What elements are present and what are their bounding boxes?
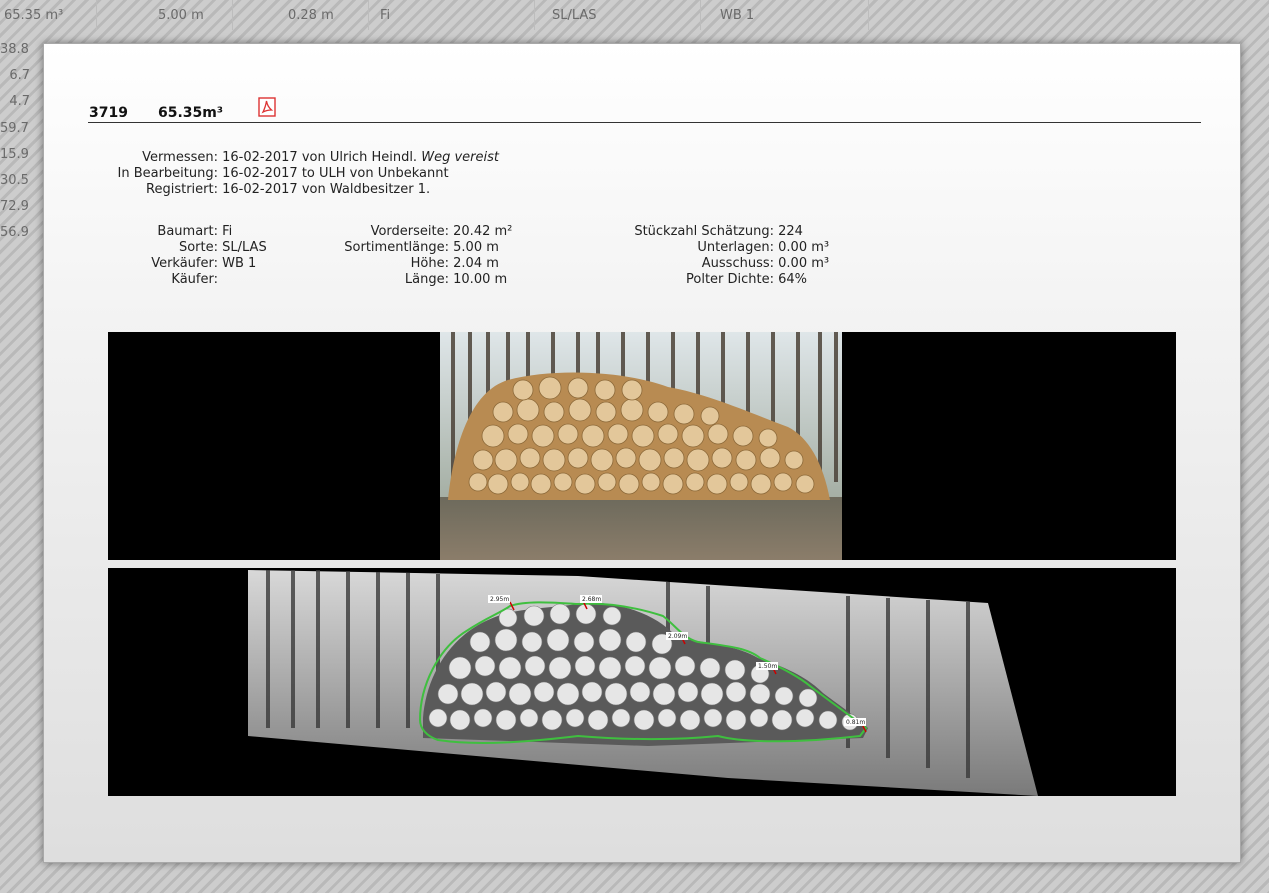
detail-value: 10.00 m	[453, 272, 508, 287]
bg-cell-diameter: 0.28 m	[288, 8, 334, 23]
detail-value: SL/LAS	[222, 240, 267, 255]
detail-front-area: Vorderseite: 20.42 m²	[304, 224, 513, 240]
detail-label: Baumart:	[157, 224, 218, 239]
detail-label: Sortimentlänge:	[344, 240, 449, 255]
detail-seller: Verkäufer: WB 1	[88, 256, 256, 272]
detail-value: Fi	[222, 224, 233, 239]
measure-label: 1.50m	[758, 663, 777, 670]
detail-value: 2.04 m	[453, 256, 499, 271]
bg-col-value: 56.9	[0, 225, 29, 241]
detail-assortment-length: Sortimentlänge: 5.00 m	[304, 240, 499, 256]
status-note: Weg vereist	[421, 150, 499, 165]
detail-value: 5.00 m	[453, 240, 499, 255]
detail-species: Baumart: Fi	[88, 224, 232, 240]
detail-value: 20.42 m²	[453, 224, 513, 239]
status-label: Vermessen:	[142, 150, 218, 165]
status-in-progress: In Bearbeitung: 16-02-2017 to ULH von Un…	[88, 166, 449, 182]
record-volume: 65.35m³	[158, 105, 224, 121]
detail-value: 0.00 m³	[778, 240, 830, 255]
status-value: 16-02-2017 von Ulrich Heindl.	[222, 150, 418, 165]
detail-label: Käufer:	[171, 272, 218, 287]
record-id: 3719	[89, 105, 128, 121]
bg-col-value: 38.8	[0, 42, 29, 57]
detail-length: Länge: 10.00 m	[304, 272, 507, 288]
bg-sep	[534, 0, 535, 30]
background-table-row[interactable]: 65.35 m³ 5.00 m 0.28 m Fi SL/LAS WB 1	[0, 0, 870, 30]
bg-sep	[368, 0, 369, 30]
detail-label: Polter Dichte:	[686, 272, 774, 287]
detail-label: Sorte:	[178, 240, 218, 255]
pile-photo-measured[interactable]: 2.95m 2.68m 2.09m 1.50m 0.81m	[108, 568, 1176, 796]
detail-label: Ausschuss:	[701, 256, 774, 271]
bg-col-value: 6.7	[9, 68, 30, 84]
measure-label: 2.68m	[582, 596, 601, 603]
status-registered: Registriert: 16-02-2017 von Waldbesitzer…	[88, 182, 430, 198]
detail-label: Vorderseite:	[370, 224, 449, 239]
measure-label: 2.09m	[668, 633, 687, 640]
status-value: 16-02-2017 to ULH von Unbekannt	[222, 166, 449, 181]
status-value: 16-02-2017 von Waldbesitzer 1.	[222, 182, 431, 197]
detail-label: Höhe:	[410, 256, 449, 271]
bg-cell-length: 5.00 m	[158, 8, 204, 23]
bg-cell-species: Fi	[380, 8, 391, 23]
detail-value: 224	[778, 224, 803, 239]
status-measured: Vermessen: 16-02-2017 von Ulrich Heindl.…	[88, 150, 499, 166]
background-table-column: 38.8 6.7 4.7 59.7 15.9 30.5 72.9 56.9	[0, 40, 40, 250]
bg-col-value: 4.7	[9, 94, 30, 110]
status-label: In Bearbeitung:	[117, 166, 218, 181]
bg-col-value: 59.7	[0, 120, 29, 136]
detail-label: Verkäufer:	[151, 256, 218, 271]
measure-label: 2.95m	[490, 596, 509, 603]
bg-sep	[868, 0, 869, 30]
detail-piece-estimate: Stückzahl Schätzung: 224	[604, 224, 803, 240]
bg-sep	[700, 0, 701, 30]
detail-buyer: Käufer:	[88, 272, 222, 288]
detail-value: 0.00 m³	[778, 256, 830, 271]
bg-col-value: 30.5	[0, 172, 29, 188]
detail-sort: Sorte: SL/LAS	[88, 240, 267, 256]
detail-value: 64%	[778, 272, 808, 287]
bg-col-value: 15.9	[0, 146, 29, 162]
bg-cell-sort: SL/LAS	[552, 8, 597, 23]
detail-height: Höhe: 2.04 m	[304, 256, 499, 272]
bg-cell-volume: 65.35 m³	[4, 8, 64, 23]
header-divider	[88, 122, 1201, 123]
status-label: Registriert:	[146, 182, 218, 197]
pile-photo-color[interactable]	[108, 332, 1176, 560]
pdf-icon[interactable]	[258, 97, 276, 117]
bg-sep	[96, 0, 97, 30]
detail-pile-density: Polter Dichte: 64%	[604, 272, 807, 288]
detail-label: Unterlagen:	[697, 240, 774, 255]
detail-reject: Ausschuss: 0.00 m³	[604, 256, 829, 272]
bg-cell-seller: WB 1	[720, 8, 755, 23]
detail-label: Stückzahl Schätzung:	[634, 224, 774, 239]
detail-underlay: Unterlagen: 0.00 m³	[604, 240, 829, 256]
record-detail-modal: 3719 65.35m³ Vermessen: 16-02-2017 von U…	[43, 43, 1241, 863]
bg-col-value: 72.9	[0, 199, 29, 215]
bg-sep	[232, 0, 233, 30]
detail-label: Länge:	[404, 272, 449, 287]
detail-value: WB 1	[222, 256, 257, 271]
measure-label: 0.81m	[846, 719, 865, 726]
